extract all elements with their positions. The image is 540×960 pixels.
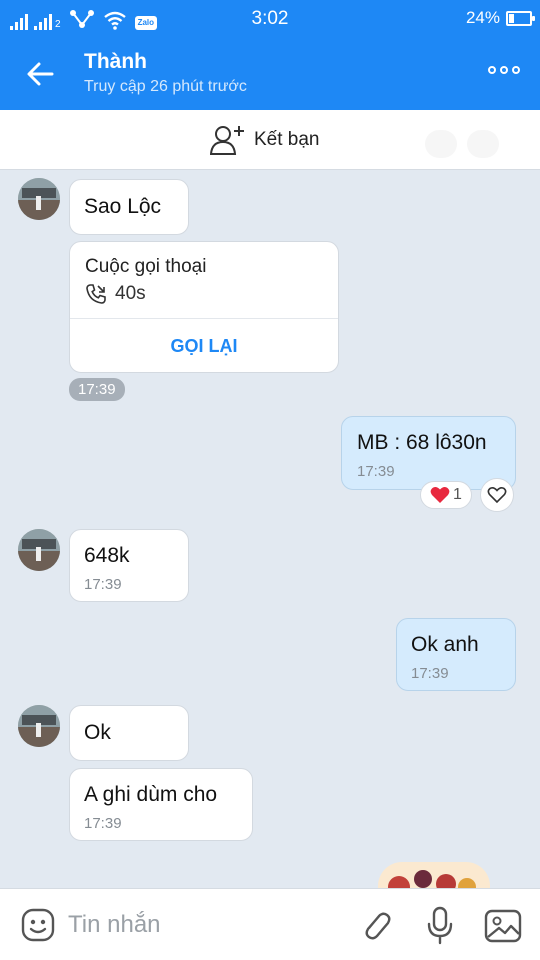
status-bar: 2 Zalo 3:02 24% bbox=[0, 0, 540, 38]
add-friend-bar: Kết bạn bbox=[0, 110, 540, 170]
message-bubble-received[interactable]: 648k 17:39 bbox=[69, 529, 189, 602]
call-title: Cuộc gọi thoại bbox=[85, 256, 207, 277]
overlay-ghost bbox=[425, 130, 499, 158]
more-icon[interactable] bbox=[488, 66, 520, 74]
call-duration: 40s bbox=[85, 283, 146, 305]
battery-indicator: 24% bbox=[465, 8, 535, 28]
avatar[interactable] bbox=[18, 529, 60, 571]
message-text: Sao Lộc bbox=[84, 195, 162, 218]
time-pill: 17:39 bbox=[69, 378, 125, 401]
phone-icon bbox=[86, 284, 106, 304]
add-friend-label: Kết bạn bbox=[254, 129, 320, 150]
arrow-left-icon[interactable] bbox=[24, 58, 56, 90]
last-seen-status: Truy cập 26 phút trước bbox=[84, 78, 247, 95]
message-time: 17:39 bbox=[84, 815, 122, 832]
status-time: 3:02 bbox=[251, 8, 289, 29]
message-time: 17:39 bbox=[84, 576, 122, 593]
battery-percent: 24% bbox=[465, 8, 500, 27]
battery-fill bbox=[509, 13, 515, 23]
call-duration-text: 40s bbox=[115, 283, 146, 304]
heart-filled-icon bbox=[430, 487, 450, 503]
add-friend-button[interactable]: Kết bạn bbox=[210, 124, 320, 156]
message-time: 17:39 bbox=[357, 463, 395, 480]
message-time: 17:39 bbox=[411, 665, 449, 682]
reaction-badge[interactable]: 1 bbox=[420, 481, 472, 509]
message-text: Ok bbox=[84, 721, 111, 744]
sticker-preview[interactable] bbox=[378, 862, 490, 888]
message-input[interactable] bbox=[68, 903, 338, 947]
message-list[interactable]: Sao Lộc Cuộc gọi thoại 40s GỌI LẠI 17:39… bbox=[0, 170, 540, 888]
message-bubble-received[interactable]: Ok bbox=[69, 705, 189, 761]
message-text: Ok anh bbox=[411, 633, 479, 656]
message-text: A ghi dùm cho bbox=[84, 783, 218, 806]
message-bubble-received[interactable]: Sao Lộc bbox=[69, 179, 189, 235]
heart-outline-icon bbox=[487, 487, 507, 504]
contact-name[interactable]: Thành bbox=[84, 50, 147, 74]
call-back-button[interactable]: GỌI LẠI bbox=[70, 319, 338, 373]
image-icon[interactable] bbox=[484, 909, 522, 943]
battery-icon bbox=[506, 10, 535, 26]
emoji-icon[interactable] bbox=[20, 907, 56, 943]
paperclip-icon[interactable] bbox=[358, 907, 394, 943]
avatar[interactable] bbox=[18, 705, 60, 747]
message-text: MB : 68 lô30n bbox=[357, 431, 487, 454]
message-bubble-sent[interactable]: Ok anh 17:39 bbox=[396, 618, 516, 691]
avatar[interactable] bbox=[18, 178, 60, 220]
chat-header: Thành Truy cập 26 phút trước bbox=[0, 38, 540, 110]
message-text: 648k bbox=[84, 544, 130, 567]
message-bubble-received[interactable]: A ghi dùm cho 17:39 bbox=[69, 768, 253, 841]
input-bar bbox=[0, 888, 540, 960]
react-heart-button[interactable] bbox=[480, 478, 514, 512]
reaction-count: 1 bbox=[453, 486, 462, 503]
microphone-icon[interactable] bbox=[424, 905, 456, 945]
add-friend-icon bbox=[210, 126, 244, 155]
call-card[interactable]: Cuộc gọi thoại 40s GỌI LẠI bbox=[69, 241, 339, 373]
